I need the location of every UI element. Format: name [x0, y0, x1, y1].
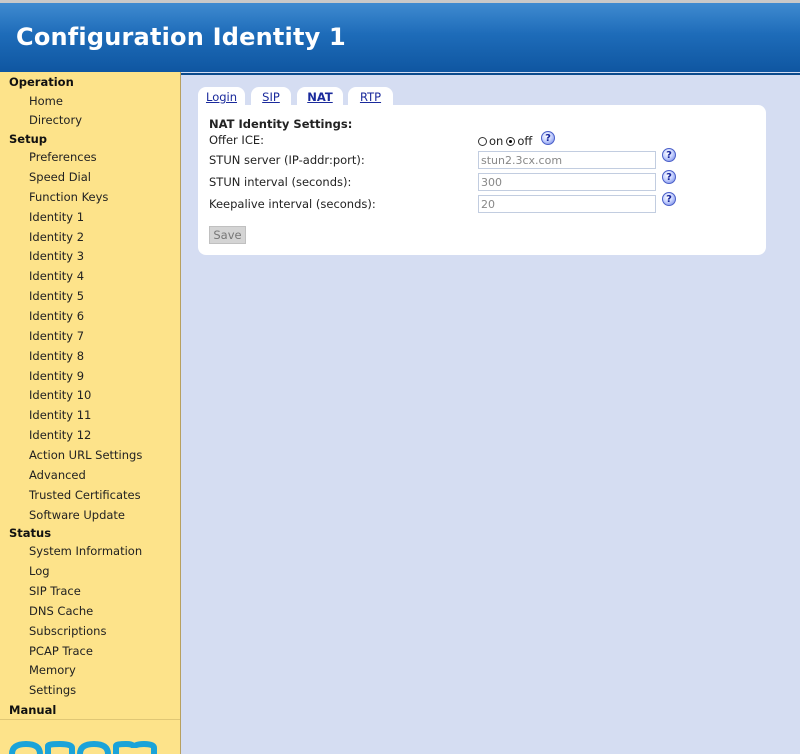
tab-sip[interactable]: SIP: [251, 87, 291, 106]
sidebar-item-identity-12[interactable]: Identity 12: [29, 428, 91, 442]
sidebar-section-operation[interactable]: Operation: [9, 75, 74, 89]
sidebar-item-software-update[interactable]: Software Update: [29, 508, 125, 522]
sidebar-item-identity-1[interactable]: Identity 1: [29, 210, 84, 224]
sidebar-item-memory[interactable]: Memory: [29, 663, 76, 677]
sidebar-item-subscriptions[interactable]: Subscriptions: [29, 624, 106, 638]
sidebar-section-manual[interactable]: Manual: [9, 703, 56, 717]
stun-server-input[interactable]: [478, 151, 656, 169]
sidebar-item-home[interactable]: Home: [29, 94, 63, 108]
sidebar-item-settings[interactable]: Settings: [29, 683, 76, 697]
sidebar-item-identity-11[interactable]: Identity 11: [29, 408, 91, 422]
sidebar-item-pcap-trace[interactable]: PCAP Trace: [29, 644, 93, 658]
sidebar-item-speed-dial[interactable]: Speed Dial: [29, 170, 91, 184]
nat-settings-panel: NAT Identity Settings: Offer ICE: on off …: [198, 105, 766, 255]
sidebar-item-identity-4[interactable]: Identity 4: [29, 269, 84, 283]
sidebar-item-identity-3[interactable]: Identity 3: [29, 249, 84, 263]
sidebar-item-identity-10[interactable]: Identity 10: [29, 388, 91, 402]
keepalive-interval-label: Keepalive interval (seconds):: [209, 197, 376, 211]
offer-ice-off-label: off: [517, 134, 533, 148]
stun-interval-help-icon[interactable]: ?: [662, 170, 676, 184]
sidebar-item-function-keys[interactable]: Function Keys: [29, 190, 108, 204]
panel-title: NAT Identity Settings:: [209, 117, 353, 131]
sidebar-item-identity-9[interactable]: Identity 9: [29, 369, 84, 383]
sidebar-section-setup[interactable]: Setup: [9, 132, 47, 146]
sidebar-item-identity-8[interactable]: Identity 8: [29, 349, 84, 363]
stun-interval-input[interactable]: [478, 173, 656, 191]
stun-server-help-icon[interactable]: ?: [662, 148, 676, 162]
sidebar-item-directory[interactable]: Directory: [29, 113, 82, 127]
tab-rtp[interactable]: RTP: [348, 87, 393, 106]
offer-ice-label: Offer ICE:: [209, 133, 264, 147]
stun-server-label: STUN server (IP-addr:port):: [209, 153, 365, 167]
keepalive-interval-input[interactable]: [478, 195, 656, 213]
tab-login[interactable]: Login: [198, 87, 245, 106]
sidebar-item-preferences[interactable]: Preferences: [29, 150, 97, 164]
offer-ice-on-label: on: [489, 134, 504, 148]
sidebar-item-identity-5[interactable]: Identity 5: [29, 289, 84, 303]
sidebar-item-advanced[interactable]: Advanced: [29, 468, 86, 482]
sidebar-item-system-information[interactable]: System Information: [29, 544, 142, 558]
offer-ice-radio-group: on off: [478, 134, 532, 150]
keepalive-interval-help-icon[interactable]: ?: [662, 192, 676, 206]
sidebar-item-sip-trace[interactable]: SIP Trace: [29, 584, 81, 598]
sidebar-item-identity-2[interactable]: Identity 2: [29, 230, 84, 244]
sidebar-item-identity-7[interactable]: Identity 7: [29, 329, 84, 343]
sidebar-divider: [0, 719, 180, 720]
page-title: Configuration Identity 1: [16, 23, 346, 51]
stun-interval-label: STUN interval (seconds):: [209, 175, 352, 189]
sidebar-item-trusted-certificates[interactable]: Trusted Certificates: [29, 488, 141, 502]
sidebar-section-status[interactable]: Status: [9, 526, 51, 540]
page-header: Configuration Identity 1: [0, 0, 800, 75]
offer-ice-off-radio[interactable]: [506, 137, 516, 146]
sidebar-item-action-url-settings[interactable]: Action URL Settings: [29, 448, 142, 462]
offer-ice-on-radio[interactable]: [478, 137, 487, 146]
sidebar-item-dns-cache[interactable]: DNS Cache: [29, 604, 93, 618]
snom-logo-icon: [8, 740, 158, 754]
offer-ice-help-icon[interactable]: ?: [541, 131, 555, 145]
save-button[interactable]: Save: [209, 226, 246, 244]
sidebar: Operation Home Directory Setup Preferences Sp…: [0, 72, 181, 754]
sidebar-item-identity-6[interactable]: Identity 6: [29, 309, 84, 323]
sidebar-item-log[interactable]: Log: [29, 564, 50, 578]
tab-nat[interactable]: NAT: [297, 87, 343, 106]
